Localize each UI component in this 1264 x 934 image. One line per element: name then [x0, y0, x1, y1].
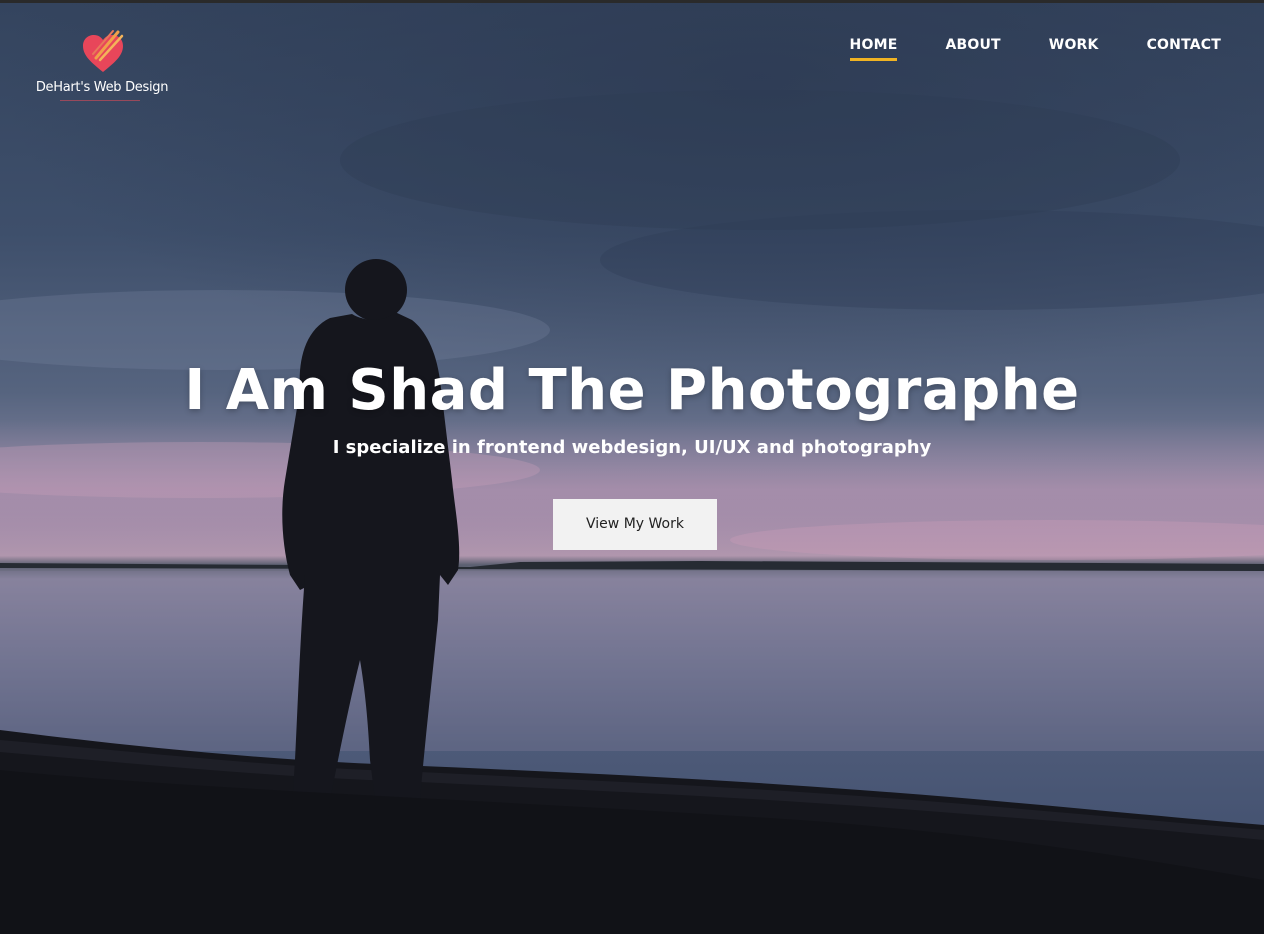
heart-brush-icon — [83, 30, 124, 72]
logo-text: DeHart's Web Design — [35, 80, 169, 95]
nav-item-contact[interactable]: CONTACT — [1147, 37, 1221, 61]
hero-subtitle: I specialize in frontend webdesign, UI/U… — [332, 437, 932, 458]
top-border — [0, 0, 1264, 3]
site-logo[interactable]: DeHart's Web Design — [34, 28, 170, 108]
logo-underline — [60, 100, 140, 101]
hero-background-image — [0, 0, 1264, 934]
hero-title: I Am Shad The Photographe — [184, 358, 1080, 423]
main-nav: HOME ABOUT WORK CONTACT — [849, 37, 1221, 61]
nav-item-work[interactable]: WORK — [1049, 37, 1099, 61]
nav-item-about[interactable]: ABOUT — [945, 37, 1000, 61]
view-my-work-button[interactable]: View My Work — [553, 499, 717, 550]
page: DeHart's Web Design HOME ABOUT WORK CONT… — [0, 0, 1264, 934]
nav-item-home[interactable]: HOME — [849, 37, 898, 61]
